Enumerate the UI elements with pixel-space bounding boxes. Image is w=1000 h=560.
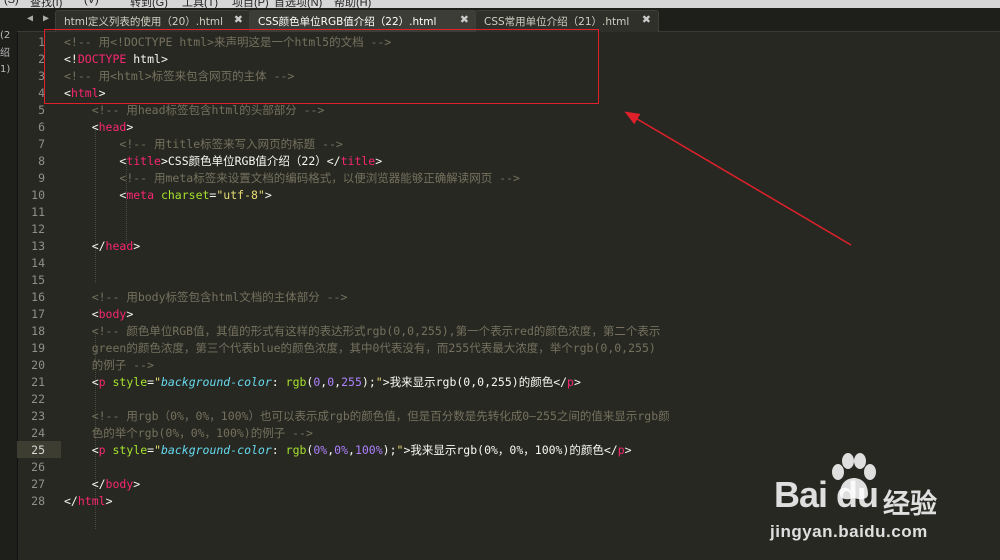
watermark-brand-text: 经验 xyxy=(883,489,937,520)
watermark-url: jingyan.baidu.com xyxy=(770,522,928,541)
baidu-jingyan-watermark: Bai du 经验 jingyan.baidu.com xyxy=(768,452,1000,560)
watermark-logo-text: Bai du xyxy=(774,474,879,515)
